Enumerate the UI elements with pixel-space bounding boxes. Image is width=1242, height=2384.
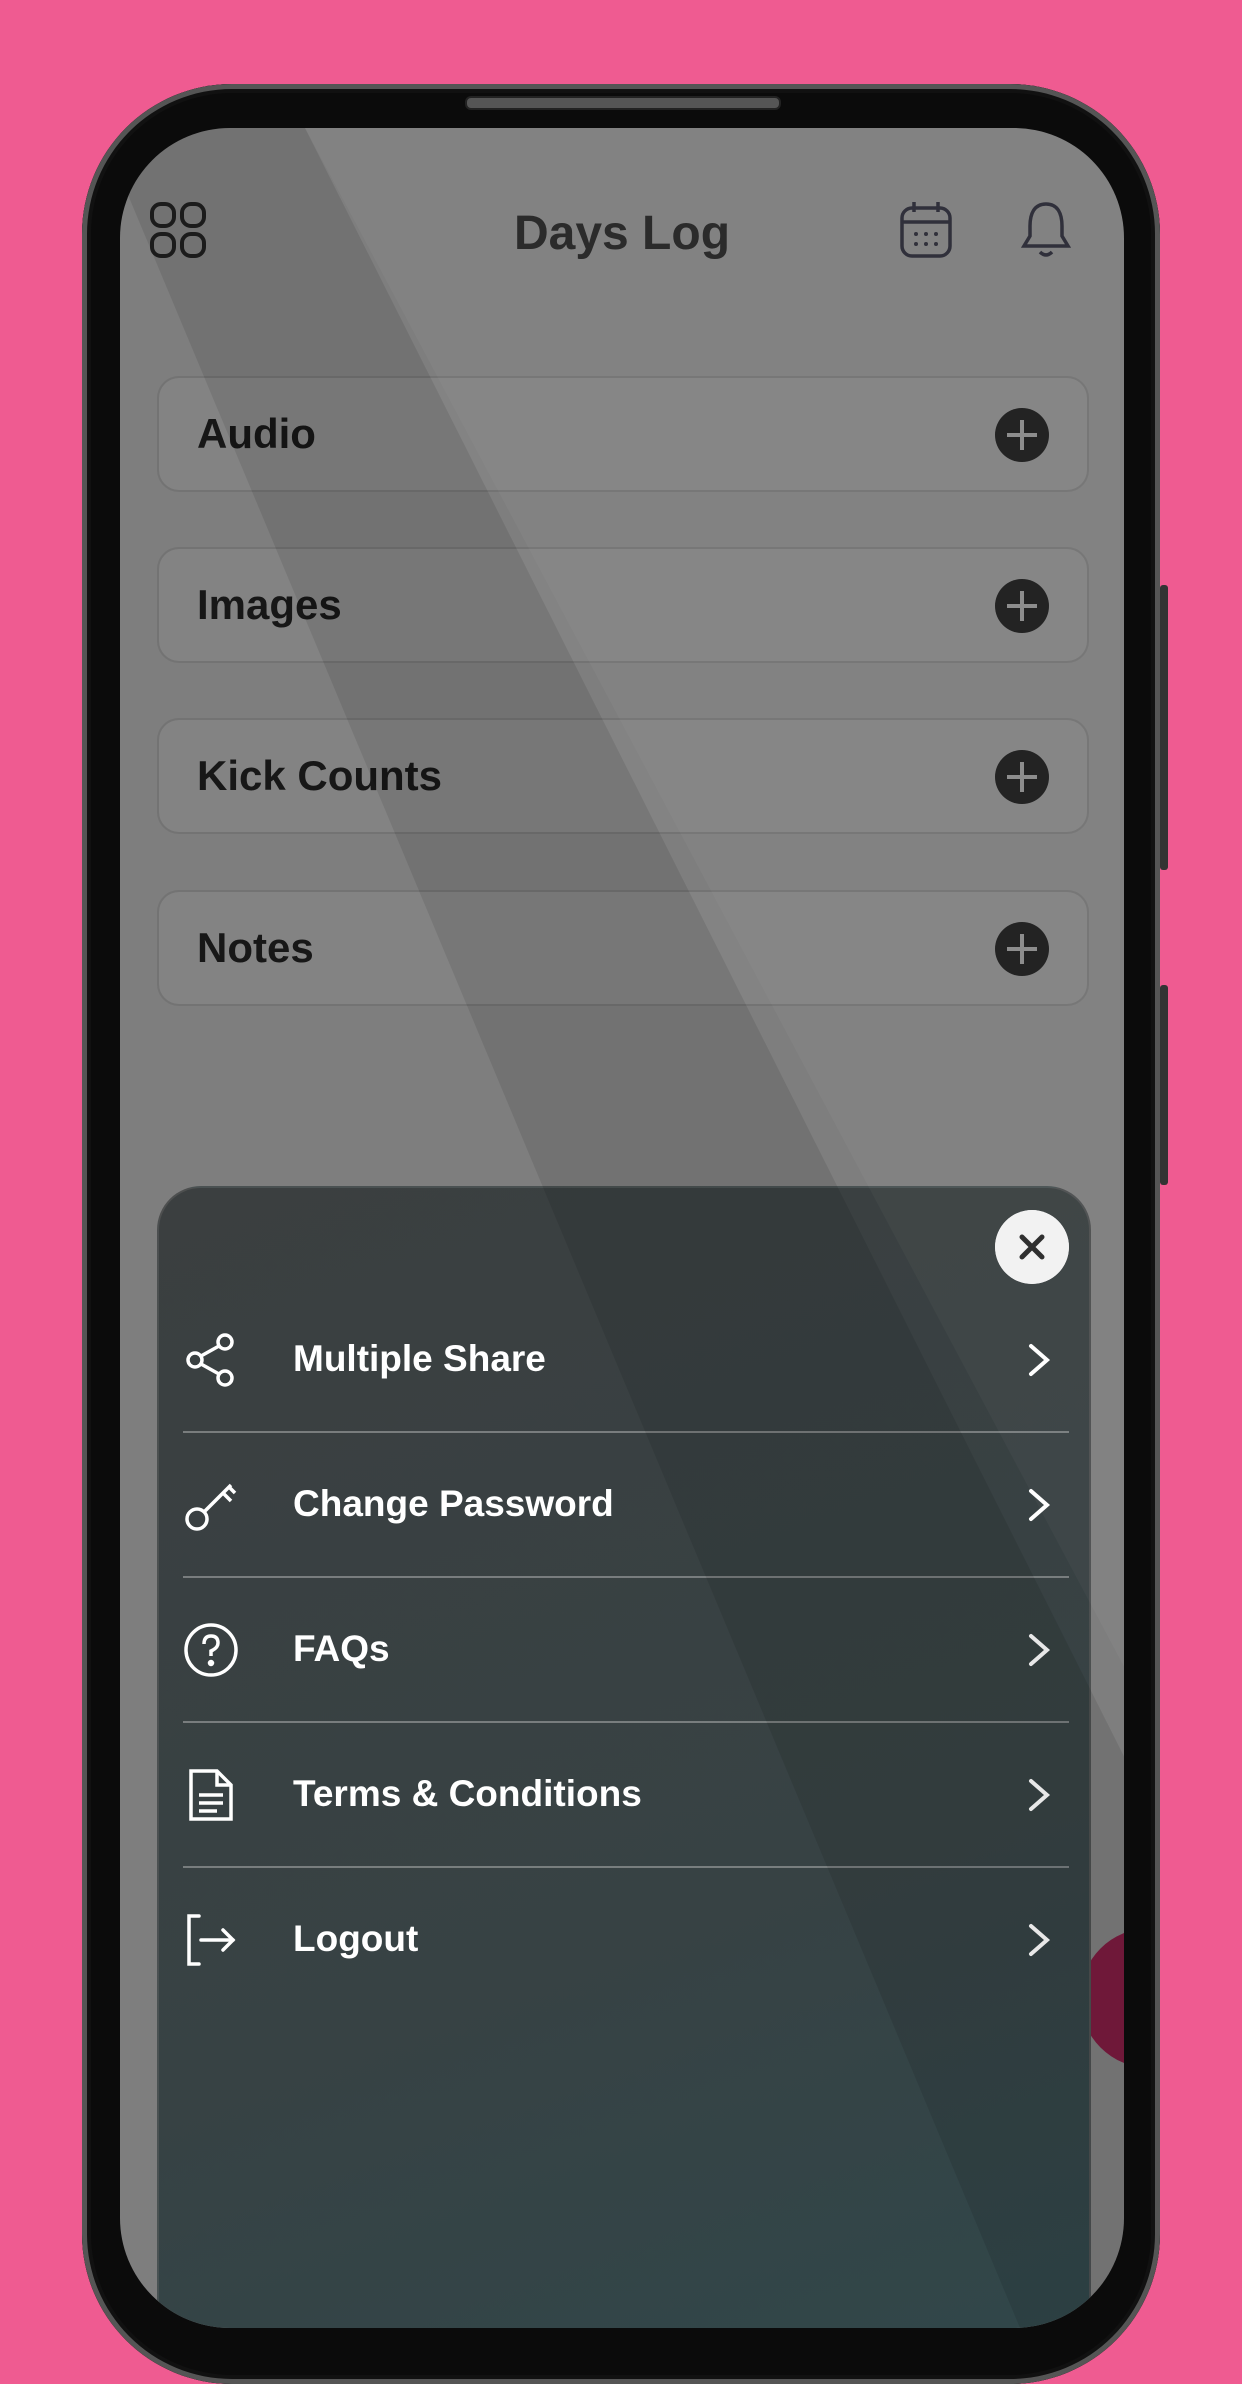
plus-circle-icon[interactable] (995, 750, 1049, 804)
menu-item-logout[interactable]: Logout (183, 1868, 1069, 2013)
card-notes[interactable]: Notes (157, 890, 1089, 1006)
card-audio[interactable]: Audio (157, 376, 1089, 492)
calendar-icon[interactable] (896, 200, 956, 260)
plus-circle-icon[interactable] (995, 408, 1049, 462)
share-icon (186, 1333, 234, 1387)
plus-circle-icon[interactable] (995, 922, 1049, 976)
menu-item-label: Multiple Share (293, 1338, 546, 1379)
logout-icon (187, 1914, 236, 1966)
bell-icon[interactable] (1016, 200, 1076, 260)
menu-item-label: FAQs (293, 1628, 390, 1669)
menu-item-faqs[interactable]: FAQs (183, 1578, 1069, 1723)
phone-speaker (465, 96, 781, 110)
question-circle-icon (184, 1623, 238, 1677)
chevron-right-icon (1029, 1344, 1051, 1376)
app-screen: Days Log Audio Images Kick Counts Notes (120, 128, 1124, 2328)
key-icon (185, 1483, 237, 1531)
menu-item-multiple-share[interactable]: Multiple Share (183, 1288, 1069, 1433)
menu-item-label: Change Password (293, 1483, 614, 1524)
phone-side-button (1160, 585, 1168, 870)
document-icon (189, 1769, 233, 1821)
phone-side-button (1160, 985, 1168, 1185)
menu-item-label: Logout (293, 1918, 419, 1959)
card-label: Images (197, 581, 342, 628)
plus-circle-icon[interactable] (995, 579, 1049, 633)
card-label: Kick Counts (197, 752, 443, 799)
menu-sheet: Multiple Share Change Password FAQs Term… (157, 1186, 1091, 2328)
card-kick-counts[interactable]: Kick Counts (157, 718, 1089, 834)
menu-item-change-password[interactable]: Change Password (183, 1433, 1069, 1578)
card-label: Notes (197, 924, 314, 971)
chevron-right-icon (1029, 1634, 1051, 1666)
menu-item-terms-conditions[interactable]: Terms & Conditions (183, 1723, 1069, 1868)
chevron-right-icon (1029, 1489, 1051, 1521)
chevron-right-icon (1029, 1779, 1051, 1811)
menu-item-label: Terms & Conditions (293, 1773, 642, 1814)
close-icon[interactable] (995, 1210, 1069, 1284)
card-label: Audio (197, 410, 316, 457)
page-title: Days Log (513, 207, 731, 260)
chevron-right-icon (1029, 1924, 1051, 1956)
card-images[interactable]: Images (157, 547, 1089, 663)
